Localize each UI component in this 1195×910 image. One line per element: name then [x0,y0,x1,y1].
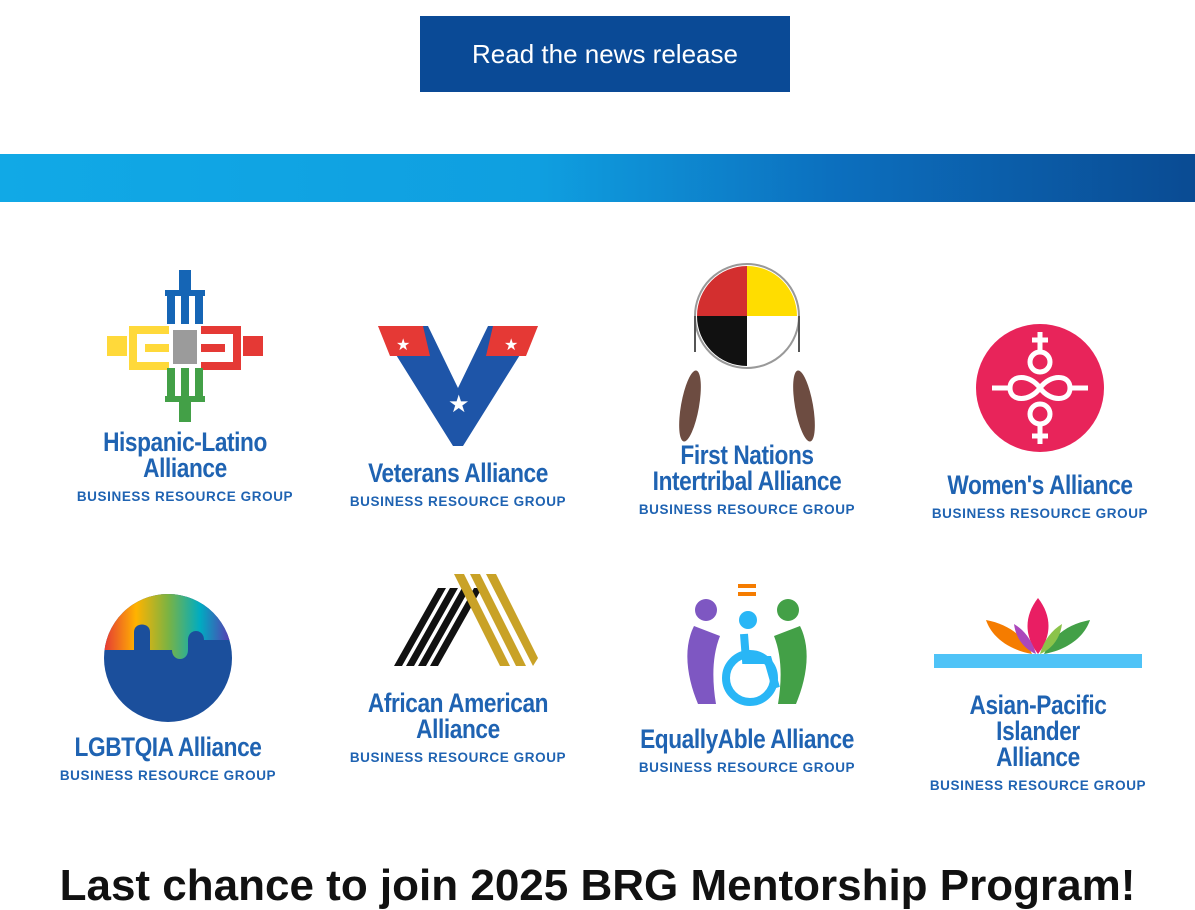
logo-subtitle: BUSINESS RESOURCE GROUP [349,494,567,509]
gradient-banner [0,154,1195,202]
logo-subtitle: BUSINESS RESOURCE GROUP [638,760,856,775]
veterans-alliance-logo: ★ ★ ★ Veterans Alliance BUSINESS RESOURC… [328,320,588,509]
logo-subtitle: BUSINESS RESOURCE GROUP [931,506,1149,521]
rainbow-puzzle-icon [104,594,232,722]
hispanic-latino-alliance-logo: Hispanic-Latino Alliance BUSINESS RESOUR… [55,268,315,504]
logo-subtitle: BUSINESS RESOURCE GROUP [76,489,294,504]
lgbtqia-alliance-logo: LGBTQIA Alliance BUSINESS RESOURCE GROUP [38,588,298,783]
logo-title-line1: Hispanic-Latino [103,427,267,457]
equallyable-alliance-logo: EquallyAble Alliance BUSINESS RESOURCE G… [617,580,877,775]
logo-title-line2: Alliance [416,714,500,744]
striped-a-icon [394,574,538,666]
logo-title-line2: Intertribal Alliance [652,466,842,496]
accessibility-figures-icon [687,584,807,706]
veterans-eagle-icon: ★ ★ ★ [378,326,538,446]
women-symbol-icon [976,324,1104,452]
first-nations-alliance-logo: First Nations Intertribal Alliance BUSIN… [617,256,877,517]
logo-title-line1: Veterans Alliance [368,458,548,488]
medicine-wheel-icon [679,263,815,442]
logo-title-line1: LGBTQIA Alliance [74,732,262,762]
logo-subtitle: BUSINESS RESOURCE GROUP [638,502,856,517]
womens-alliance-logo: Women's Alliance BUSINESS RESOURCE GROUP [910,318,1170,521]
logo-title-line1: Women's Alliance [947,470,1133,500]
logo-title-line1: African American [367,688,549,718]
hispanic-latino-emblem-icon [107,270,263,422]
svg-text:★: ★ [448,390,470,418]
african-american-alliance-logo: African American Alliance BUSINESS RESOU… [328,568,588,765]
logo-subtitle: BUSINESS RESOURCE GROUP [59,768,277,783]
read-news-release-button[interactable]: Read the news release [420,16,790,92]
mentorship-headline: Last chance to join 2025 BRG Mentorship … [59,861,1136,910]
logo-subtitle: BUSINESS RESOURCE GROUP [349,750,567,765]
logo-title-line1: First Nations [680,440,814,470]
asian-pacific-islander-alliance-logo: Asian-Pacific Islander Alliance BUSINESS… [908,596,1168,793]
logo-title-line2: Alliance [143,453,227,483]
svg-text:★: ★ [504,335,518,354]
logo-subtitle: BUSINESS RESOURCE GROUP [929,778,1147,793]
lotus-icon [934,598,1142,668]
svg-text:★: ★ [396,335,410,354]
logo-title-line2: Alliance [996,742,1080,772]
logo-title-line1: Asian-Pacific Islander [969,690,1107,746]
logo-title-line1: EquallyAble Alliance [640,724,854,754]
